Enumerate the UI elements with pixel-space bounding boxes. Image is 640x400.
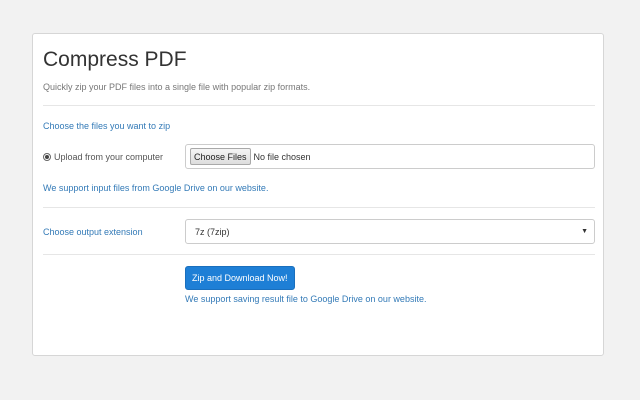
- divider: [43, 254, 595, 255]
- output-extension-select[interactable]: 7z (7zip) ▼: [185, 219, 595, 244]
- radio-label: Upload from your computer: [54, 152, 163, 162]
- selected-extension: 7z (7zip): [195, 227, 230, 237]
- output-section-label: Choose output extension: [43, 227, 143, 237]
- caret-down-icon[interactable]: ▼: [581, 228, 588, 235]
- zip-and-download-button[interactable]: Zip and Download Now!: [185, 266, 295, 290]
- drive-input-note: We support input files from Google Drive…: [43, 183, 268, 193]
- compress-card: Compress PDF Quickly zip your PDF files …: [32, 33, 604, 356]
- radio-button[interactable]: [43, 153, 51, 161]
- choose-files-button[interactable]: Choose Files: [190, 148, 251, 165]
- page-subtitle: Quickly zip your PDF files into a single…: [43, 82, 310, 92]
- page-title: Compress PDF: [43, 48, 187, 72]
- drive-output-note: We support saving result file to Google …: [185, 294, 426, 304]
- divider: [43, 207, 595, 208]
- file-input[interactable]: Choose Files No file chosen: [185, 144, 595, 169]
- upload-from-computer-option[interactable]: Upload from your computer: [43, 152, 163, 162]
- files-section-label: Choose the files you want to zip: [43, 121, 170, 131]
- divider: [43, 105, 595, 106]
- file-status: No file chosen: [254, 152, 311, 162]
